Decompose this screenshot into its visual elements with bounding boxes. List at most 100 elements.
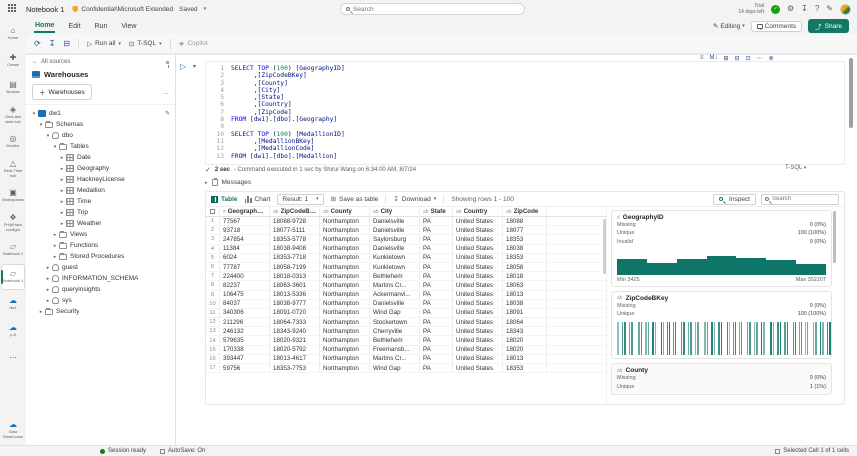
tree-item-security[interactable]: ▸ Security — [26, 306, 175, 317]
table-cell[interactable]: PA — [420, 235, 453, 244]
table-row[interactable]: 2 93718 18077-5111 Northampton Danielsville P… — [206, 226, 606, 236]
table-cell[interactable]: 18018-0313 — [270, 272, 320, 281]
rail-item-home[interactable]: ⌂ Home — [1, 21, 25, 47]
copilot-button[interactable]: ❖ Copilot — [179, 40, 208, 48]
table-cell[interactable]: Kunkletown — [370, 262, 420, 272]
more-options-icon[interactable]: ... — [163, 89, 169, 96]
column-header-state[interactable]: ab State — [420, 207, 453, 216]
table-cell[interactable]: Northampton — [320, 217, 370, 226]
table-cell[interactable]: Northampton — [320, 290, 370, 299]
pin-icon[interactable] — [166, 60, 169, 68]
table-cell[interactable]: Ackermanvi... — [370, 290, 420, 299]
table-cell[interactable]: 18013-5336 — [270, 290, 320, 299]
rail-item-browse[interactable]: ▤ Browse — [1, 75, 25, 101]
sensitivity-label[interactable]: Confidential\Microsoft Extended — [81, 6, 173, 13]
table-cell[interactable]: United States — [453, 217, 503, 226]
table-cell[interactable]: PA — [420, 345, 453, 354]
table-cell[interactable]: 18020-9321 — [270, 336, 320, 345]
table-cell[interactable]: Saylorsburg — [370, 235, 420, 244]
table-cell[interactable]: United States — [453, 336, 503, 345]
tree-chevron-icon[interactable]: ▸ — [44, 265, 52, 271]
inspect-scrollbar[interactable] — [833, 211, 836, 263]
rail-item-monitor[interactable]: ◎ Monitor — [1, 129, 25, 155]
table-cell[interactable]: Bethlehem — [370, 336, 420, 345]
table-cell[interactable]: 18343-9240 — [270, 327, 320, 336]
table-cell[interactable]: 18038 — [503, 299, 547, 308]
table-cell[interactable]: 18091 — [503, 308, 547, 318]
table-cell[interactable]: 18063 — [503, 281, 547, 290]
column-header-zipcodebkey[interactable]: abZipCodeBKey — [270, 207, 320, 216]
tree-chevron-icon[interactable]: ▸ — [37, 309, 45, 315]
rail-item-notebook-1[interactable]: ▱ Notebook 1 — [1, 264, 25, 290]
table-cell[interactable]: Northampton — [320, 364, 370, 373]
table-row[interactable]: 14 579635 18020-9321 Northampton Bethlehem PA… — [206, 336, 606, 346]
inspect-card-geographyid[interactable]: # GeographyID Missing 0 (0%) Unique 100 (100%… — [611, 210, 832, 287]
table-cell[interactable]: 18353 — [503, 364, 547, 373]
table-cell[interactable]: PA — [420, 308, 453, 318]
table-cell[interactable]: United States — [453, 318, 503, 327]
table-cell[interactable]: 579635 — [220, 336, 270, 345]
tree-chevron-icon[interactable]: ▾ — [30, 111, 38, 117]
tree-chevron-icon[interactable]: ▸ — [44, 287, 52, 293]
table-cell[interactable]: 18058-7199 — [270, 262, 320, 272]
table-cell[interactable]: Northampton — [320, 226, 370, 235]
feedback-icon[interactable]: ✎ — [826, 5, 833, 13]
collapse-cell-icon[interactable]: ▾ — [193, 63, 196, 70]
tree-chevron-icon[interactable]: ▸ — [51, 243, 59, 249]
table-cell[interactable]: 18091-0720 — [270, 308, 320, 318]
tree-chevron-icon[interactable]: ▸ — [58, 199, 66, 205]
tree-chevron-icon[interactable]: ▸ — [51, 232, 59, 238]
search-input[interactable] — [353, 5, 519, 13]
app-launcher-icon[interactable] — [8, 4, 18, 14]
table-cell[interactable]: United States — [453, 272, 503, 281]
tree-chevron-icon[interactable]: ▸ — [58, 210, 66, 216]
table-cell[interactable]: 247854 — [220, 235, 270, 244]
tree-item-views[interactable]: ▸ Views — [26, 229, 175, 240]
table-cell[interactable]: United States — [453, 226, 503, 235]
code-line[interactable]: 13 FROM [dw1].[dbo].[Medallion] — [210, 153, 844, 160]
table-row[interactable]: 15 170338 18020-5792 Northampton Freemansb..… — [206, 345, 606, 355]
sync-icon[interactable]: ⟳ — [34, 39, 41, 48]
table-cell[interactable]: 224400 — [220, 272, 270, 281]
table-cell[interactable]: Cherryville — [370, 327, 420, 336]
code-line[interactable]: 1 SELECT TOP (100) [GeographyID] — [210, 65, 844, 72]
rail-item-dw1[interactable]: ☁ dw1 — [1, 291, 25, 317]
table-cell[interactable]: Northampton — [320, 345, 370, 354]
result-selector[interactable]: Result: 1 ▾ — [277, 193, 324, 205]
code-line[interactable]: 9 — [210, 123, 844, 130]
table-cell[interactable]: United States — [453, 281, 503, 290]
column-header-county[interactable]: ab County — [320, 207, 370, 216]
table-cell[interactable]: 18064 — [503, 318, 547, 327]
download-button[interactable]: ↧ Download ▾ — [393, 195, 436, 204]
table-cell[interactable]: 18077 — [503, 226, 547, 235]
table-cell[interactable]: PA — [420, 327, 453, 336]
table-cell[interactable]: United States — [453, 244, 503, 253]
table-row[interactable]: 8 82237 18063-3601 Northampton Martins Cr...… — [206, 281, 606, 291]
table-cell[interactable]: 82237 — [220, 281, 270, 290]
results-search-input[interactable] — [772, 196, 835, 202]
tree-item-geography[interactable]: ▸ Geography — [26, 163, 175, 174]
table-cell[interactable]: 18077-5111 — [270, 226, 320, 235]
table-row[interactable]: 10 84037 18038-9777 Northampton Danielsville… — [206, 299, 606, 309]
table-cell[interactable]: 6024 — [220, 253, 270, 262]
tree-item-date[interactable]: ▸ Date — [26, 152, 175, 163]
column-header-country[interactable]: ab Country — [453, 207, 503, 216]
tree-chevron-icon[interactable]: ▸ — [58, 221, 66, 227]
table-cell[interactable]: 18038-9777 — [270, 299, 320, 308]
link-icon[interactable]: ✎ — [165, 110, 170, 117]
column-header-geographyid[interactable]: # GeographyID — [220, 207, 270, 216]
tree-item-schemas[interactable]: ▾ Schemas — [26, 119, 175, 130]
tree-item-time[interactable]: ▸ Time — [26, 196, 175, 207]
table-cell[interactable]: United States — [453, 308, 503, 318]
tree-item-sys[interactable]: ▸ sys — [26, 295, 175, 306]
table-cell[interactable]: Freemansb... — [370, 345, 420, 354]
tab-home[interactable]: Home — [34, 20, 56, 33]
download-app-icon[interactable]: ↧ — [801, 5, 808, 13]
saved-state[interactable]: Saved — [179, 6, 197, 13]
table-cell[interactable]: 18353 — [503, 253, 547, 262]
code-line[interactable]: 10 SELECT TOP (100) [MedallionID] — [210, 131, 844, 138]
table-cell[interactable]: Northampton — [320, 272, 370, 281]
tree-item-medallion[interactable]: ▸ Medallion — [26, 185, 175, 196]
settings-gear-icon[interactable]: ⚙ — [787, 5, 794, 13]
table-cell[interactable]: United States — [453, 327, 503, 336]
